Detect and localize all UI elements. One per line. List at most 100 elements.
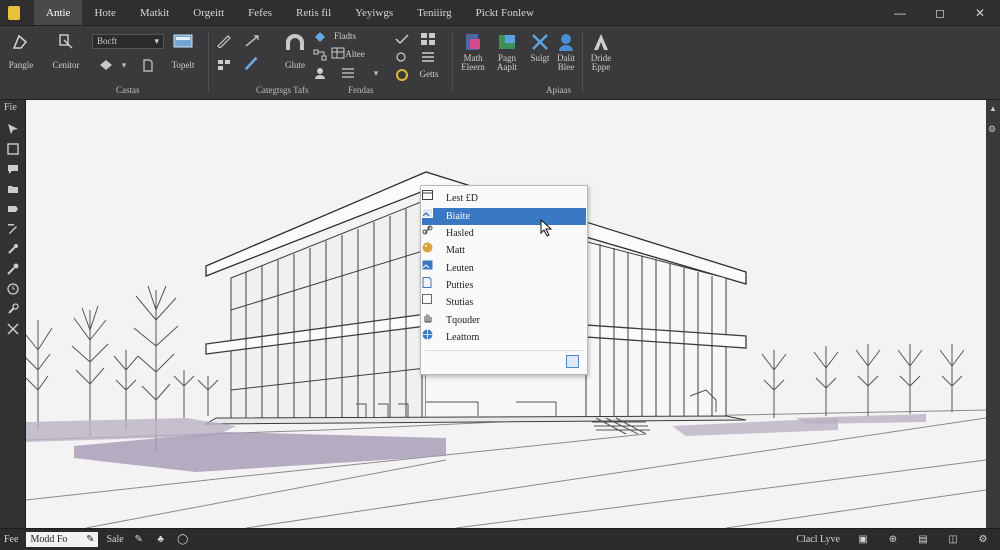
contour-button[interactable] — [48, 32, 84, 52]
fullscreen-icon[interactable]: ◫ — [946, 533, 960, 547]
edit-tool-icon[interactable] — [6, 222, 20, 236]
context-menu-item[interactable]: Leuten — [422, 260, 586, 277]
altee-button[interactable]: Altee — [340, 48, 370, 59]
frame-tool-icon[interactable] — [6, 142, 20, 156]
context-menu-item[interactable]: Tqouder — [422, 312, 586, 329]
dride-eppe-button[interactable]: Dride Eppe — [586, 32, 616, 72]
bubble-tool-icon[interactable] — [6, 162, 20, 176]
pen-tool-icon — [10, 32, 32, 52]
math-element-button[interactable]: Math Eleern — [456, 32, 490, 72]
pen-icon[interactable]: ✎ — [132, 533, 146, 547]
menu-item-hote[interactable]: Hote — [82, 0, 127, 25]
chart-book-icon — [462, 32, 484, 52]
menu-item-retis[interactable]: Retis fil — [284, 0, 343, 25]
minimize-button[interactable]: — — [880, 0, 920, 25]
mouse-cursor-icon — [540, 219, 553, 237]
gear-icon[interactable]: ⚙ — [976, 533, 990, 547]
picture-icon — [422, 260, 440, 274]
user-profile-icon — [555, 32, 577, 52]
page-icon[interactable] — [140, 58, 156, 72]
app-logo-icon — [8, 5, 20, 20]
glute-button[interactable] — [280, 32, 310, 52]
pangle-button[interactable] — [6, 32, 36, 52]
sulgt-button[interactable]: Sulgt — [526, 32, 554, 63]
list-icon[interactable] — [340, 66, 356, 80]
draw-line-icon[interactable] — [244, 34, 260, 48]
layers-icon[interactable] — [420, 50, 436, 64]
context-menu-item-selected[interactable]: Biaite — [422, 208, 586, 225]
drawing-canvas[interactable]: Lest £D Biaite Hasled Matt Leuten Puttie… — [26, 100, 986, 528]
edit-icon: ✎ — [86, 534, 95, 545]
gettt-button[interactable]: Getts — [414, 68, 444, 79]
tree-icon[interactable]: ♣ — [154, 533, 168, 547]
circle-icon[interactable]: ◯ — [176, 533, 190, 547]
grid-small-icon[interactable] — [216, 58, 232, 72]
menu-item-teniiirg[interactable]: Teniiirg — [405, 0, 463, 25]
coin-icon[interactable] — [394, 68, 410, 82]
monitor-icon — [172, 32, 194, 52]
menu-item-matkit[interactable]: Matkit — [128, 0, 181, 25]
scale-tool-icon[interactable] — [6, 322, 20, 336]
layout-icon[interactable]: ▤ — [916, 533, 930, 547]
shapes-icon[interactable] — [394, 50, 410, 64]
status-field-value: Modd Fo — [30, 534, 68, 545]
menu-item-orgeitt[interactable]: Orgeitt — [181, 0, 236, 25]
clock-tool-icon[interactable] — [6, 282, 20, 296]
menu-item-pickt-fonlew[interactable]: Pickt Fonlew — [464, 0, 546, 25]
chevron-down-icon[interactable]: ▾ — [116, 58, 132, 72]
group-label-categs: Categtsgs Tafs — [256, 85, 309, 95]
document-icon — [422, 277, 440, 291]
group-label-apiaas: Apiaas — [546, 85, 571, 95]
menu-item-antie[interactable]: Antie — [34, 0, 83, 25]
arch-icon — [284, 32, 306, 52]
context-menu-item[interactable]: Leattom — [422, 329, 586, 346]
context-menu-item[interactable]: Stutias — [422, 294, 586, 311]
ribbon-separator — [452, 32, 453, 92]
glute-label: Glute — [285, 60, 305, 70]
close-x-icon — [529, 32, 551, 52]
check-icon[interactable] — [394, 32, 410, 46]
context-menu-item[interactable]: Lest £D — [422, 190, 586, 207]
context-menu-divider — [425, 350, 583, 351]
select-tool-icon[interactable] — [6, 122, 20, 136]
window-icon[interactable]: ▣ — [856, 533, 870, 547]
resize-corner-icon[interactable] — [566, 355, 579, 368]
chevron-down-icon[interactable]: ▾ — [368, 66, 384, 80]
window-controls: — ◻ ✕ — [880, 0, 1000, 25]
pencil-icon[interactable] — [216, 34, 232, 48]
context-menu-item[interactable]: Matt — [422, 242, 586, 259]
flask-icon[interactable] — [312, 30, 328, 44]
folder-tool-icon[interactable] — [6, 182, 20, 196]
transform-icon — [55, 32, 77, 52]
user-small-icon[interactable] — [312, 66, 328, 80]
status-field[interactable]: Modd Fo ✎ — [26, 532, 99, 547]
group-label-fendas: Fendas — [348, 85, 374, 95]
status-bar-label: Fee — [4, 534, 19, 545]
topel-button[interactable] — [166, 32, 200, 52]
window-icon — [422, 190, 440, 204]
left-toolbar: Fie — [0, 100, 26, 528]
page-apply-button[interactable]: Pagn Aaplt — [492, 32, 522, 72]
tools-icon[interactable] — [6, 242, 20, 256]
settings-icon[interactable]: ⚙ — [988, 124, 996, 135]
link-icon — [422, 225, 440, 239]
tag-tool-icon[interactable] — [6, 202, 20, 216]
fill-bucket-icon[interactable] — [98, 58, 114, 72]
context-menu-item[interactable]: Hasled — [422, 225, 586, 242]
pin-icon[interactable]: ⊕ — [886, 533, 900, 547]
scroll-up-icon[interactable]: ▲ — [989, 104, 997, 113]
right-scroll-strip[interactable]: ▲ ⚙ — [986, 100, 1000, 528]
menu-item-yeyiwgs[interactable]: Yeyiwgs — [343, 0, 405, 25]
brush-icon[interactable] — [244, 56, 260, 71]
style-dropdown[interactable]: Bocft ▾ — [92, 34, 164, 49]
dalit-blee-button[interactable]: Dalit Blee — [552, 32, 580, 72]
fladts-button[interactable]: Fladts — [330, 30, 360, 41]
brush-tool-icon[interactable] — [6, 262, 20, 276]
close-button[interactable]: ✕ — [960, 0, 1000, 25]
restore-button[interactable]: ◻ — [920, 0, 960, 25]
menu-item-fefes[interactable]: Fefes — [236, 0, 284, 25]
network-icon[interactable] — [312, 48, 328, 62]
wrench-tool-icon[interactable] — [6, 302, 20, 316]
grid-icon[interactable] — [420, 32, 436, 46]
context-menu-item[interactable]: Putties — [422, 277, 586, 294]
